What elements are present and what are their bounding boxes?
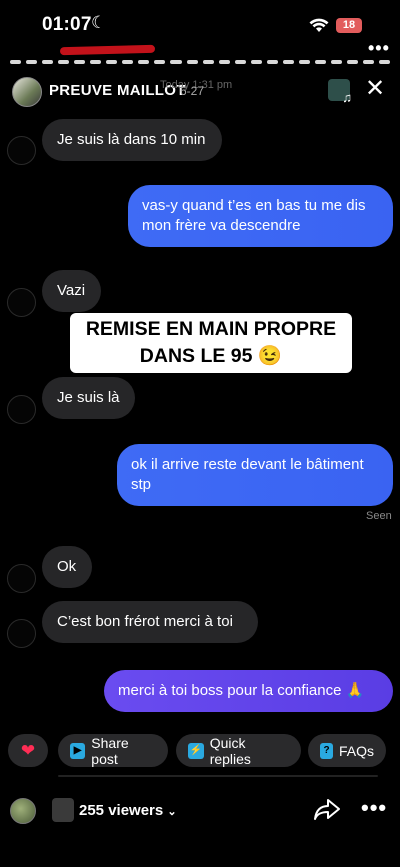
close-button[interactable]: ✕	[362, 76, 388, 102]
sender-avatar	[7, 136, 36, 165]
close-icon: ✕	[364, 75, 386, 102]
status-time: 01:07	[42, 14, 92, 35]
moon-icon: ☾	[91, 13, 107, 32]
more-icon[interactable]: •••	[361, 795, 387, 821]
quick-replies-label: Quick replies	[209, 734, 251, 767]
share-post-button[interactable]: ▶ Share post	[58, 734, 168, 767]
chevron-down-icon: ⌄	[167, 806, 177, 818]
message-received: Je suis là dans 10 min	[42, 119, 222, 161]
faqs-button[interactable]: ? FAQs	[308, 734, 386, 767]
story-text-overlay: REMISE EN MAIN PROPRE DANS LE 95 😉	[70, 313, 352, 373]
share-icon[interactable]	[313, 797, 341, 823]
viewers-count[interactable]: 255 viewers ⌄	[79, 802, 177, 819]
sender-avatar	[7, 619, 36, 648]
redaction-scribble	[59, 44, 156, 56]
share-post-label: Share post	[91, 734, 129, 767]
avatar[interactable]	[10, 798, 36, 824]
sender-avatar	[7, 564, 36, 593]
music-icon[interactable]: ♫	[328, 79, 352, 105]
message-received: C’est bon frérot merci à toi	[42, 601, 258, 643]
message-received: Je suis là	[42, 377, 135, 419]
post-time: 6-27	[180, 84, 205, 98]
message-received: Ok	[42, 546, 92, 588]
message-sent: ok il arrive reste devant le bâtiment st…	[117, 444, 393, 506]
overlay-line-2: DANS LE 95 😉	[139, 345, 283, 367]
faqs-icon: ?	[320, 742, 333, 759]
viewers-label: 255 viewers	[79, 802, 164, 819]
sender-avatar	[7, 288, 36, 317]
viewer-avatar	[52, 798, 74, 822]
story-more-icon[interactable]: •••	[368, 38, 390, 59]
message-sent: vas-y quand t’es en bas tu me dis mon fr…	[128, 185, 393, 247]
faqs-label: FAQs	[338, 742, 374, 759]
quick-replies-button[interactable]: ⚡ Quick replies	[176, 734, 301, 767]
divider	[58, 775, 378, 777]
message-sent: merci à toi boss pour la confiance 🙏	[104, 670, 393, 712]
overlay-line-1: REMISE EN MAIN PROPRE	[85, 318, 337, 340]
message-received: Vazi	[42, 270, 101, 312]
avatar[interactable]	[12, 77, 42, 107]
sender-avatar	[7, 395, 36, 424]
seen-status: Seen	[366, 510, 392, 522]
quick-replies-icon: ⚡	[188, 742, 204, 759]
battery-indicator: 18	[336, 18, 362, 33]
share-post-icon: ▶	[70, 742, 86, 759]
story-progress	[10, 60, 391, 64]
like-button[interactable]: ❤	[8, 734, 48, 767]
wifi-icon	[309, 18, 329, 32]
heart-icon: ❤	[20, 740, 36, 760]
